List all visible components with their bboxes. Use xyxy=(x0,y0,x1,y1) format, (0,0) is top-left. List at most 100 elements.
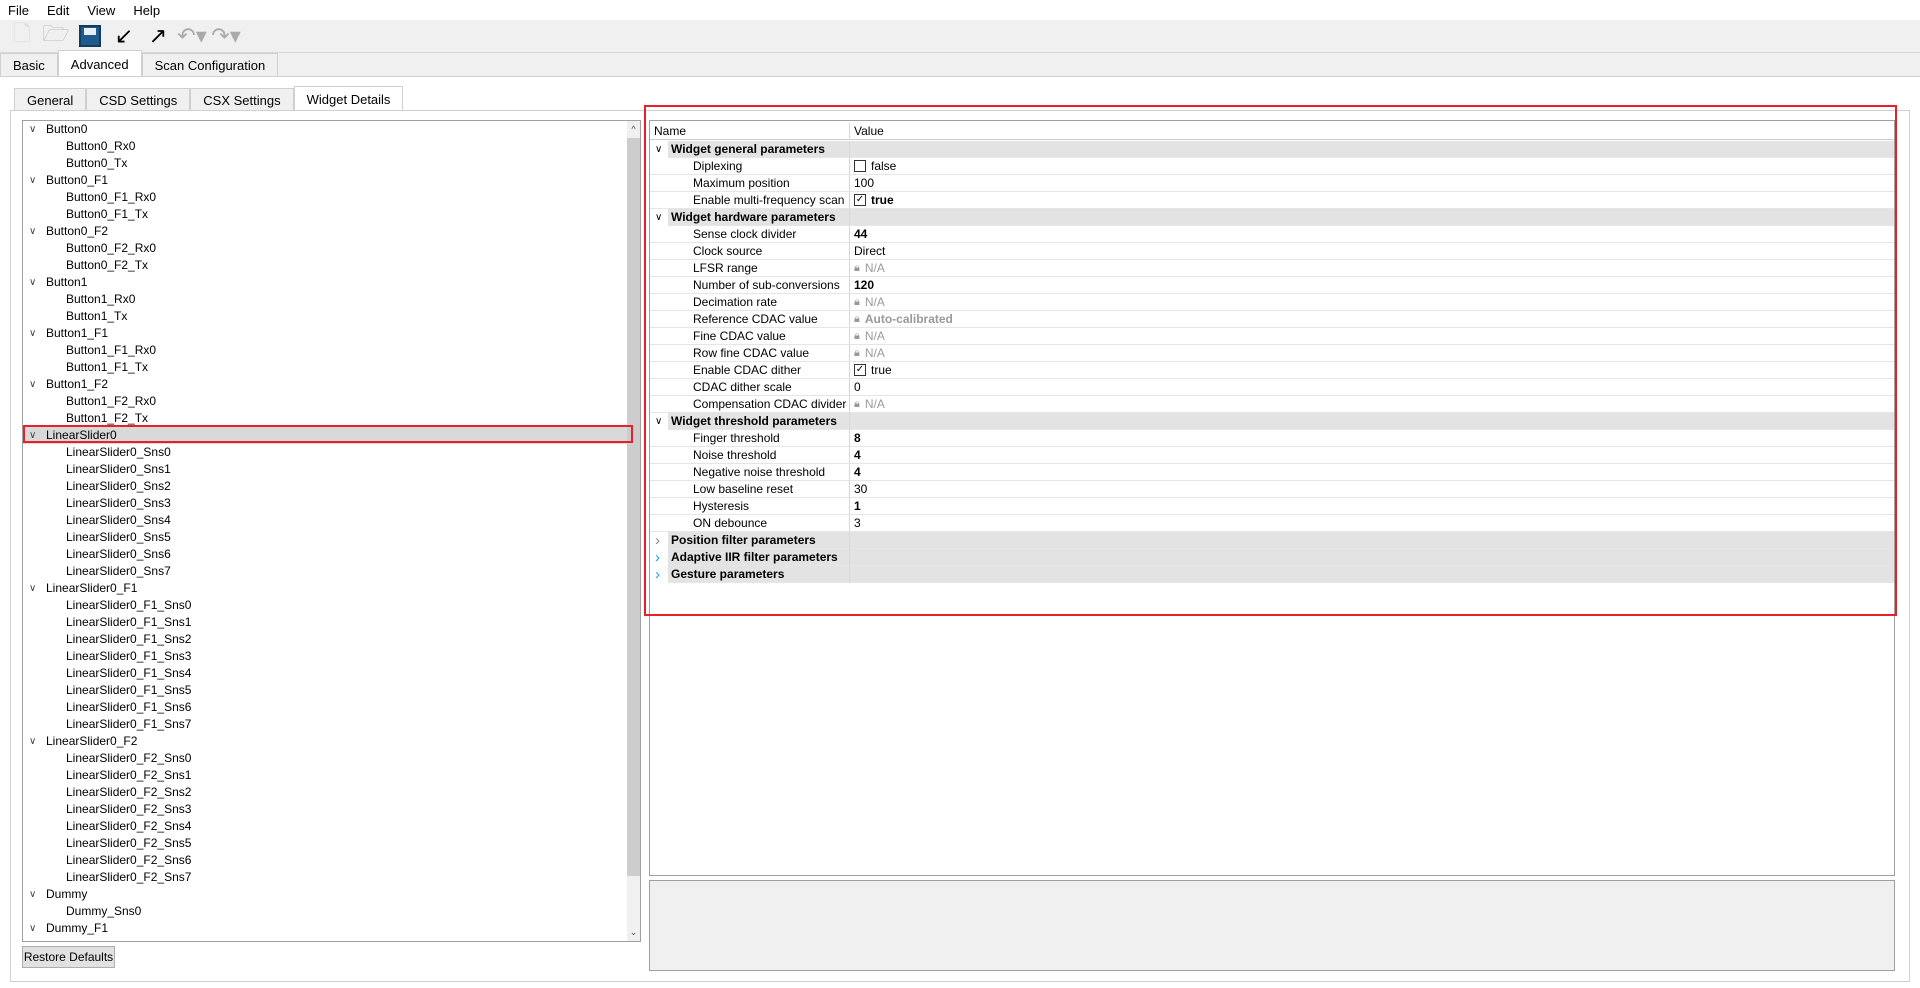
tree-sensor-item[interactable]: LinearSlider0_F1_Sns4 xyxy=(23,665,640,682)
tree-widget-item[interactable]: ∨ Button1_F2 xyxy=(23,376,640,393)
tree-widget-item[interactable]: ∨ LinearSlider0_F1 xyxy=(23,580,640,597)
chevron-down-icon[interactable]: ∨ xyxy=(29,325,36,342)
chevron-down-icon[interactable]: ∨ xyxy=(29,886,36,903)
tab-csd-settings[interactable]: CSD Settings xyxy=(86,88,191,110)
parameter-group[interactable]: ∨ Widget threshold parameters xyxy=(650,413,1894,430)
parameter-value-cell[interactable]: ✓ true xyxy=(850,362,1894,379)
tree-sensor-item[interactable]: LinearSlider0_F1_Sns6 xyxy=(23,699,640,716)
menu-view[interactable]: View xyxy=(87,3,115,18)
parameter-row[interactable]: ON debounce 3 xyxy=(650,515,1894,532)
tree-sensor-item[interactable]: LinearSlider0_Sns2 xyxy=(23,478,640,495)
tree-sensor-item[interactable]: LinearSlider0_F1_Sns5 xyxy=(23,682,640,699)
tree-sensor-item[interactable]: LinearSlider0_F1_Sns7 xyxy=(23,716,640,733)
parameter-value-cell[interactable]: 120 xyxy=(850,277,1894,294)
parameter-row[interactable]: Row fine CDAC value 🔒︎ N/A xyxy=(650,345,1894,362)
parameter-row[interactable]: Finger threshold 8 xyxy=(650,430,1894,447)
tree-scrollbar-thumb[interactable] xyxy=(627,138,640,876)
tree-sensor-item[interactable]: LinearSlider0_Sns6 xyxy=(23,546,640,563)
tree-sensor-item[interactable]: LinearSlider0_F1_Sns1 xyxy=(23,614,640,631)
parameter-group[interactable]: ∨ Widget hardware parameters xyxy=(650,209,1894,226)
parameter-row[interactable]: Sense clock divider 44 xyxy=(650,226,1894,243)
parameter-row[interactable]: CDAC dither scale 0 xyxy=(650,379,1894,396)
menu-file[interactable]: File xyxy=(8,3,29,18)
tree-sensor-item[interactable]: Button0_F2_Tx xyxy=(23,257,640,274)
tree-widget-item[interactable]: ∨ Dummy_F1 xyxy=(23,920,640,937)
tree-sensor-item[interactable]: LinearSlider0_F2_Sns2 xyxy=(23,784,640,801)
scroll-up-icon[interactable]: ^ xyxy=(627,121,640,137)
tree-sensor-item[interactable]: LinearSlider0_F1_Sns3 xyxy=(23,648,640,665)
chevron-down-icon[interactable]: ∨ xyxy=(29,580,36,597)
parameter-value-cell[interactable]: 44 xyxy=(850,226,1894,243)
undo-icon[interactable]: ↶▾ xyxy=(177,22,206,50)
tree-sensor-item[interactable]: LinearSlider0_F2_Sns3 xyxy=(23,801,640,818)
parameter-value-cell[interactable]: 🔒︎ N/A xyxy=(850,345,1894,362)
tree-widget-item[interactable]: ∨ LinearSlider0 xyxy=(23,427,640,444)
parameter-value-cell[interactable]: 🔒︎ N/A xyxy=(850,260,1894,277)
parameter-value-cell[interactable]: 🔒︎ Auto-calibrated xyxy=(850,311,1894,328)
chevron-down-icon[interactable]: ∨ xyxy=(29,121,36,138)
parameter-value-cell[interactable]: false xyxy=(850,158,1894,175)
parameter-row[interactable]: Hysteresis 1 xyxy=(650,498,1894,515)
parameter-value-cell[interactable]: 0 xyxy=(850,379,1894,396)
chevron-down-icon[interactable]: ∨ xyxy=(655,413,662,430)
parameter-row[interactable]: Enable CDAC dither ✓ true xyxy=(650,362,1894,379)
tree-sensor-item[interactable]: Button1_Rx0 xyxy=(23,291,640,308)
chevron-right-icon[interactable]: › xyxy=(655,549,660,566)
parameter-group[interactable]: › Position filter parameters xyxy=(650,532,1894,549)
open-folder-icon[interactable]: 🗁 xyxy=(42,21,70,50)
parameter-value-cell[interactable]: 🔒︎ N/A xyxy=(850,328,1894,345)
tab-general[interactable]: General xyxy=(14,88,87,110)
parameter-value-cell[interactable]: 🔒︎ N/A xyxy=(850,294,1894,311)
tree-sensor-item[interactable]: LinearSlider0_F1_Sns2 xyxy=(23,631,640,648)
parameter-row[interactable]: Enable multi-frequency scan ✓ true xyxy=(650,192,1894,209)
tree-sensor-item[interactable]: LinearSlider0_F2_Sns4 xyxy=(23,818,640,835)
tree-sensor-item[interactable]: LinearSlider0_Sns4 xyxy=(23,512,640,529)
tree-sensor-item[interactable]: LinearSlider0_Sns3 xyxy=(23,495,640,512)
chevron-down-icon[interactable]: ∨ xyxy=(29,920,36,937)
chevron-down-icon[interactable]: ∨ xyxy=(29,376,36,393)
chevron-down-icon[interactable]: ∨ xyxy=(655,141,662,158)
tree-sensor-item[interactable]: Button1_F1_Tx xyxy=(23,359,640,376)
chevron-right-icon[interactable]: › xyxy=(655,566,660,583)
tree-sensor-item[interactable]: Dummy_Sns0 xyxy=(23,903,640,920)
tree-sensor-item[interactable]: Button1_F1_Rx0 xyxy=(23,342,640,359)
parameter-row[interactable]: Noise threshold 4 xyxy=(650,447,1894,464)
parameter-row[interactable]: Diplexing false xyxy=(650,158,1894,175)
redo-icon[interactable]: ↷▾ xyxy=(211,22,240,50)
chevron-down-icon[interactable]: ∨ xyxy=(29,427,36,444)
tree-sensor-item[interactable]: Button1_F2_Rx0 xyxy=(23,393,640,410)
import-icon[interactable]: ↙ xyxy=(110,22,138,50)
tab-scan-configuration[interactable]: Scan Configuration xyxy=(141,53,279,77)
parameter-value-cell[interactable]: 100 xyxy=(850,175,1894,192)
parameter-row[interactable]: Reference CDAC value 🔒︎ Auto-calibrated xyxy=(650,311,1894,328)
tab-csx-settings[interactable]: CSX Settings xyxy=(190,88,294,110)
parameter-row[interactable]: Clock source Direct xyxy=(650,243,1894,260)
parameter-row[interactable]: Maximum position 100 xyxy=(650,175,1894,192)
save-icon[interactable] xyxy=(76,22,104,50)
parameter-row[interactable]: Compensation CDAC divider 🔒︎ N/A xyxy=(650,396,1894,413)
tree-sensor-item[interactable]: LinearSlider0_Sns7 xyxy=(23,563,640,580)
tree-sensor-item[interactable]: Button0_F1_Rx0 xyxy=(23,189,640,206)
parameter-row[interactable]: Low baseline reset 30 xyxy=(650,481,1894,498)
name-column-header[interactable]: Name xyxy=(650,123,850,140)
parameter-value-cell[interactable]: 3 xyxy=(850,515,1894,532)
parameter-row[interactable]: Negative noise threshold 4 xyxy=(650,464,1894,481)
tree-sensor-item[interactable]: LinearSlider0_F2_Sns0 xyxy=(23,750,640,767)
tab-basic[interactable]: Basic xyxy=(0,53,58,77)
parameter-value-cell[interactable]: 🔒︎ N/A xyxy=(850,396,1894,413)
tree-widget-item[interactable]: ∨ Button0_F1 xyxy=(23,172,640,189)
widget-tree[interactable]: ∨ Button0 Button0_Rx0 Button0_Tx ∨ Button0_F1… xyxy=(22,120,641,942)
parameter-row[interactable]: Decimation rate 🔒︎ N/A xyxy=(650,294,1894,311)
chevron-right-icon[interactable]: › xyxy=(655,532,660,549)
tree-sensor-item[interactable]: Button0_F1_Tx xyxy=(23,206,640,223)
tree-sensor-item[interactable]: LinearSlider0_F2_Sns1 xyxy=(23,767,640,784)
parameter-group[interactable]: › Adaptive IIR filter parameters xyxy=(650,549,1894,566)
tab-advanced[interactable]: Advanced xyxy=(57,50,142,76)
parameter-value-cell[interactable]: 4 xyxy=(850,464,1894,481)
menu-edit[interactable]: Edit xyxy=(47,3,69,18)
tab-widget-details[interactable]: Widget Details xyxy=(293,86,404,110)
tree-widget-item[interactable]: ∨ Button0 xyxy=(23,121,640,138)
tree-widget-item[interactable]: ∨ LinearSlider0_F2 xyxy=(23,733,640,750)
parameter-group[interactable]: ∨ Widget general parameters xyxy=(650,141,1894,158)
chevron-down-icon[interactable]: ∨ xyxy=(29,223,36,240)
